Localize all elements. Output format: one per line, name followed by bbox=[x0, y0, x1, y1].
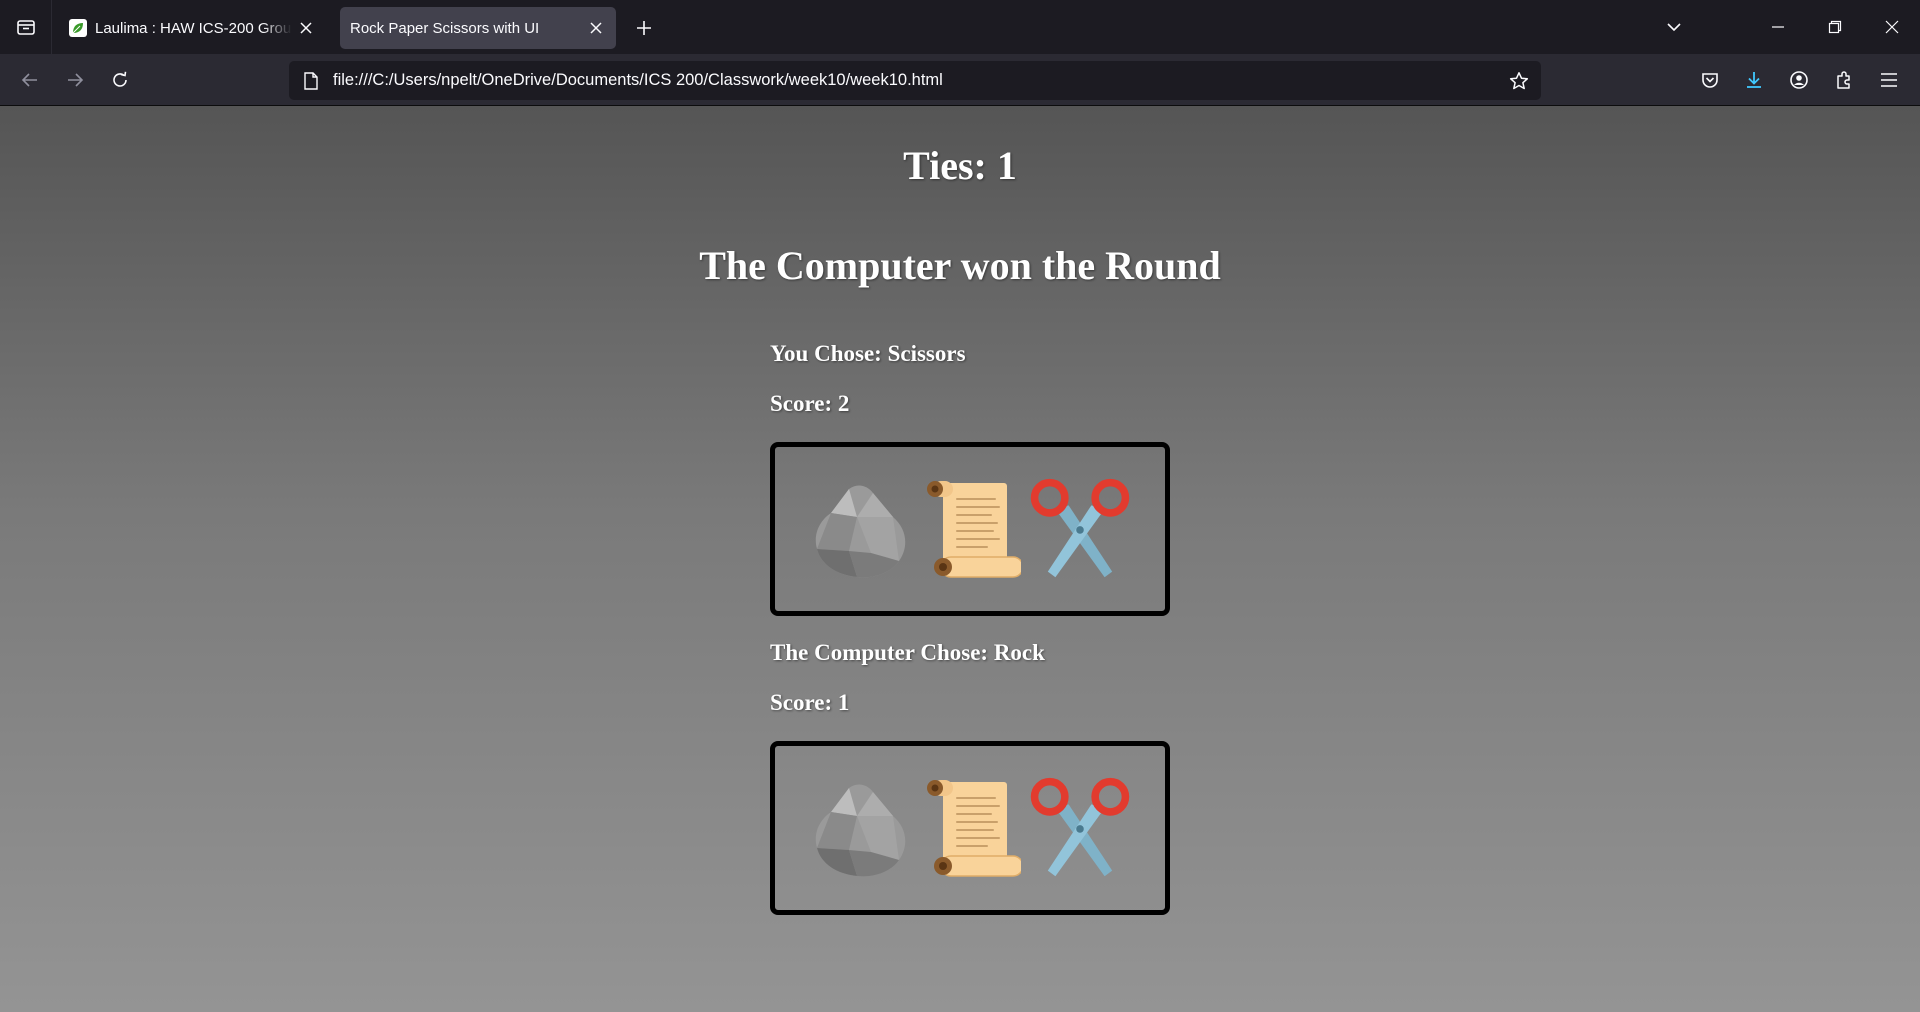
page-icon bbox=[301, 71, 321, 91]
tab-title: Laulima : HAW ICS-200 Group [ bbox=[95, 19, 292, 37]
computer-choice-label: The Computer Chose: Rock bbox=[770, 640, 1045, 665]
hamburger-menu-icon bbox=[1881, 73, 1897, 87]
url-text[interactable]: file:///C:/Users/npelt/OneDrive/Document… bbox=[333, 71, 1501, 90]
star-icon bbox=[1509, 71, 1529, 89]
tab-laulima[interactable]: Laulima : HAW ICS-200 Group [ bbox=[62, 7, 326, 49]
rock-icon bbox=[815, 784, 906, 877]
plus-icon bbox=[637, 21, 651, 35]
ties-heading: Ties: 1 bbox=[903, 143, 1017, 188]
computer-choice-panel bbox=[770, 741, 1170, 915]
scroll-icon bbox=[927, 780, 1021, 877]
reload-icon bbox=[113, 71, 127, 87]
scroll-icon bbox=[927, 481, 1021, 578]
rock-choice-button[interactable] bbox=[807, 474, 913, 584]
close-window-button[interactable] bbox=[1864, 0, 1920, 54]
scissors-icon bbox=[1030, 777, 1130, 877]
tab-bar: Laulima : HAW ICS-200 Group [ Rock Paper… bbox=[0, 0, 1920, 54]
extensions-button[interactable] bbox=[1826, 62, 1862, 98]
scissors-choice-button[interactable] bbox=[1027, 474, 1133, 584]
reload-button[interactable] bbox=[102, 62, 138, 98]
rock-choice-button[interactable] bbox=[807, 773, 913, 883]
address-bar[interactable]: file:///C:/Users/npelt/OneDrive/Document… bbox=[289, 61, 1541, 100]
list-all-tabs-button[interactable] bbox=[1646, 0, 1702, 54]
restore-icon bbox=[1828, 20, 1842, 34]
restore-button[interactable] bbox=[1807, 0, 1863, 54]
close-icon bbox=[300, 22, 312, 34]
player-choice-label: You Chose: Scissors bbox=[770, 341, 966, 366]
new-tab-button[interactable] bbox=[628, 12, 660, 44]
computer-score-label: Score: 1 bbox=[770, 690, 850, 715]
firefox-view-button[interactable] bbox=[0, 0, 52, 54]
player-choice-panel bbox=[770, 442, 1170, 616]
bookmark-button[interactable] bbox=[1501, 63, 1537, 99]
laulima-leaf-icon bbox=[69, 19, 87, 37]
navigation-toolbar: file:///C:/Users/npelt/OneDrive/Document… bbox=[0, 54, 1920, 106]
menu-button[interactable] bbox=[1871, 62, 1907, 98]
paper-choice-button[interactable] bbox=[917, 474, 1023, 584]
forward-arrow-icon bbox=[68, 73, 84, 87]
pocket-button[interactable] bbox=[1692, 62, 1728, 98]
rock-icon bbox=[815, 485, 906, 578]
minimize-button[interactable] bbox=[1750, 0, 1806, 54]
back-button[interactable] bbox=[12, 62, 48, 98]
close-icon bbox=[1885, 20, 1899, 34]
account-button[interactable] bbox=[1781, 62, 1817, 98]
player-score-label: Score: 2 bbox=[770, 391, 850, 416]
puzzle-icon bbox=[1837, 71, 1850, 89]
page-viewport: Ties: 1 The Computer won the Round You C… bbox=[0, 106, 1920, 1012]
account-icon bbox=[1790, 71, 1808, 89]
tab-rock-paper-scissors[interactable]: Rock Paper Scissors with UI bbox=[340, 7, 616, 49]
pocket-icon bbox=[1702, 73, 1718, 88]
download-icon bbox=[1747, 72, 1761, 88]
forward-button[interactable] bbox=[57, 62, 93, 98]
chevron-down-icon bbox=[1667, 23, 1681, 32]
round-result-heading: The Computer won the Round bbox=[699, 243, 1221, 288]
back-arrow-icon bbox=[21, 73, 37, 87]
scissors-choice-button[interactable] bbox=[1027, 773, 1133, 883]
downloads-button[interactable] bbox=[1736, 62, 1772, 98]
firefox-view-icon bbox=[16, 20, 35, 35]
tab-close-button[interactable] bbox=[292, 14, 320, 42]
paper-choice-button[interactable] bbox=[917, 773, 1023, 883]
tab-close-button[interactable] bbox=[582, 14, 610, 42]
close-icon bbox=[590, 22, 602, 34]
minimize-icon bbox=[1772, 26, 1784, 28]
scissors-icon bbox=[1030, 478, 1130, 578]
tab-title: Rock Paper Scissors with UI bbox=[350, 19, 540, 37]
